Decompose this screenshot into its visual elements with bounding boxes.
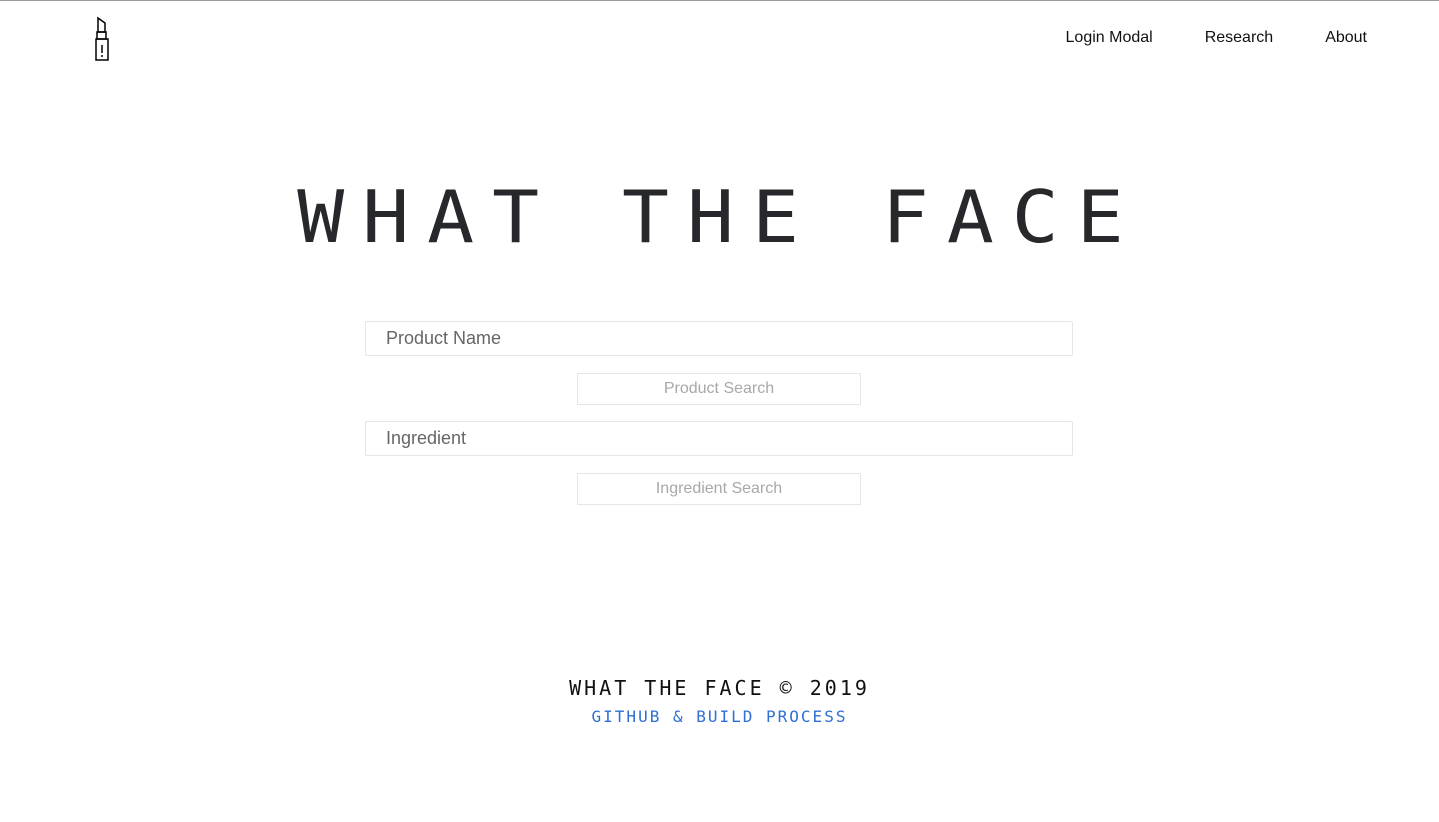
ingredient-input[interactable] (365, 421, 1073, 456)
github-build-process-link[interactable]: GITHUB & BUILD PROCESS (592, 707, 848, 726)
nav-research[interactable]: Research (1205, 29, 1273, 47)
main-nav: Login Modal Research About (1066, 29, 1367, 47)
nav-login-modal[interactable]: Login Modal (1066, 29, 1153, 47)
top-divider (0, 0, 1439, 1)
footer-link-container: GITHUB & BUILD PROCESS (0, 706, 1439, 728)
ingredient-search-button[interactable]: Ingredient Search (577, 473, 861, 505)
footer-copyright: WHAT THE FACE © 2019 (569, 676, 870, 700)
product-name-input[interactable] (365, 321, 1073, 356)
lipstick-icon[interactable] (92, 15, 112, 63)
nav-about[interactable]: About (1325, 29, 1367, 47)
product-search-button[interactable]: Product Search (577, 373, 861, 405)
page-title: WHAT THE FACE (297, 176, 1142, 260)
